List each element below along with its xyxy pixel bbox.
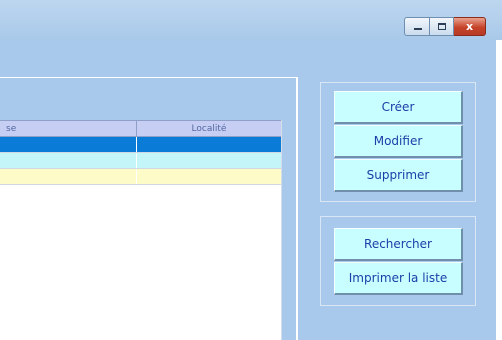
maximize-icon [438,23,446,30]
close-icon: x [465,20,474,33]
delete-button[interactable]: Supprimer [334,159,463,192]
table-cell [137,137,281,152]
window-edge [496,40,502,340]
column-header-adresse[interactable]: se [0,121,137,136]
print-list-button[interactable]: Imprimer la liste [334,262,463,295]
edit-button[interactable]: Modifier [334,125,463,158]
table-cell [0,153,137,168]
minimize-button[interactable] [404,17,430,36]
table-row[interactable] [0,169,281,185]
grid-header: se Localité [0,120,281,137]
maximize-button[interactable] [430,17,454,36]
table-cell [0,169,137,184]
close-button[interactable]: x [454,17,486,36]
table-row[interactable] [0,153,281,169]
table-cell [137,169,281,184]
window-controls: x [404,17,486,36]
table-cell [137,153,281,168]
table-row[interactable] [0,137,281,153]
create-button[interactable]: Créer [334,91,463,124]
table-cell [0,137,137,152]
column-header-localite[interactable]: Localité [137,121,281,136]
search-button[interactable]: Rechercher [334,228,463,261]
data-grid[interactable]: se Localité [0,120,282,340]
minimize-icon [414,28,422,30]
title-bar: x [0,0,502,40]
